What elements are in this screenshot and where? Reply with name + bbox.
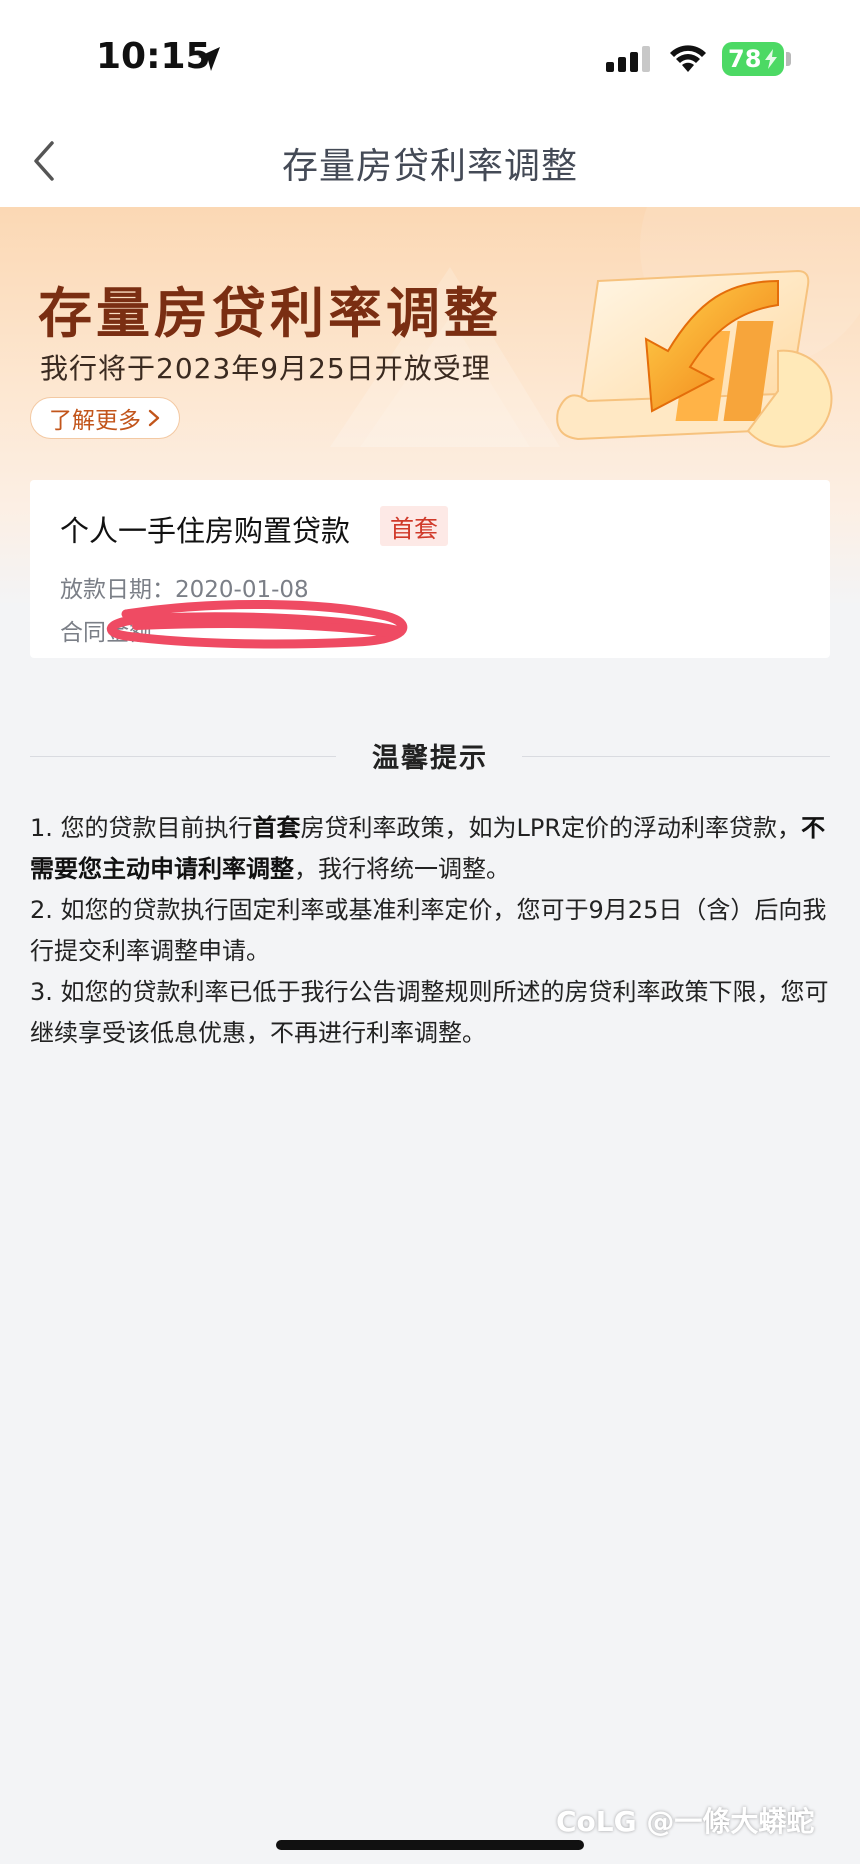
battery-cap bbox=[786, 52, 791, 66]
battery-indicator: 78 bbox=[722, 42, 784, 76]
tip-1-bold-a: 首套 bbox=[252, 814, 301, 842]
loan-type: 个人一手住房购置贷款 bbox=[60, 514, 351, 548]
nav-bar: 存量房贷利率调整 bbox=[0, 115, 860, 207]
tip-item-2: 2. 如您的贷款执行固定利率或基准利率定价，您可于9月25日（含）后向我行提交利… bbox=[30, 896, 827, 965]
chevron-right-icon bbox=[148, 409, 160, 427]
battery-level: 78 bbox=[728, 45, 762, 73]
rate-down-illustration-icon bbox=[556, 269, 833, 448]
page-title: 存量房贷利率调整 bbox=[281, 146, 578, 187]
status-bar: 10:15 78 bbox=[0, 0, 860, 115]
tip-1-text-a: 1. 您的贷款目前执行 bbox=[30, 814, 253, 842]
loan-card[interactable]: 个人一手住房购置贷款 首套 放款日期：2020-01-08 合同金额 bbox=[30, 480, 830, 658]
redaction-scribble bbox=[106, 599, 408, 649]
cellular-signal-icon bbox=[606, 46, 650, 72]
tip-1-text-c: ，我行将统一调整。 bbox=[294, 855, 510, 883]
tip-item-1: 1. 您的贷款目前执行首套房贷利率政策，如为LPR定价的浮动利率贷款，不需要您主… bbox=[30, 808, 835, 890]
divider-right bbox=[522, 756, 830, 757]
tips-header: 温馨提示 bbox=[30, 736, 830, 776]
home-indicator[interactable] bbox=[276, 1840, 584, 1850]
learn-more-label: 了解更多 bbox=[49, 408, 141, 434]
banner-title: 存量房贷利率调整 bbox=[38, 282, 502, 345]
location-arrow-icon bbox=[198, 47, 220, 71]
loan-badge: 首套 bbox=[380, 506, 448, 546]
battery-charging-icon bbox=[765, 49, 777, 69]
tip-item-3: 3. 如您的贷款利率已低于我行公告调整规则所述的房贷利率政策下限，您可继续享受该… bbox=[30, 978, 829, 1047]
tip-1-text-b: 房贷利率政策，如为LPR定价的浮动利率贷款， bbox=[300, 814, 802, 842]
wifi-icon bbox=[670, 45, 706, 72]
watermark: CoLG @一條大蟒蛇 bbox=[556, 1805, 815, 1838]
banner-subtitle: 我行将于2023年9月25日开放受理 bbox=[40, 352, 491, 385]
learn-more-button[interactable]: 了解更多 bbox=[30, 397, 180, 439]
tips-body: 1. 您的贷款目前执行首套房贷利率政策，如为LPR定价的浮动利率贷款，不需要您主… bbox=[30, 808, 835, 1054]
